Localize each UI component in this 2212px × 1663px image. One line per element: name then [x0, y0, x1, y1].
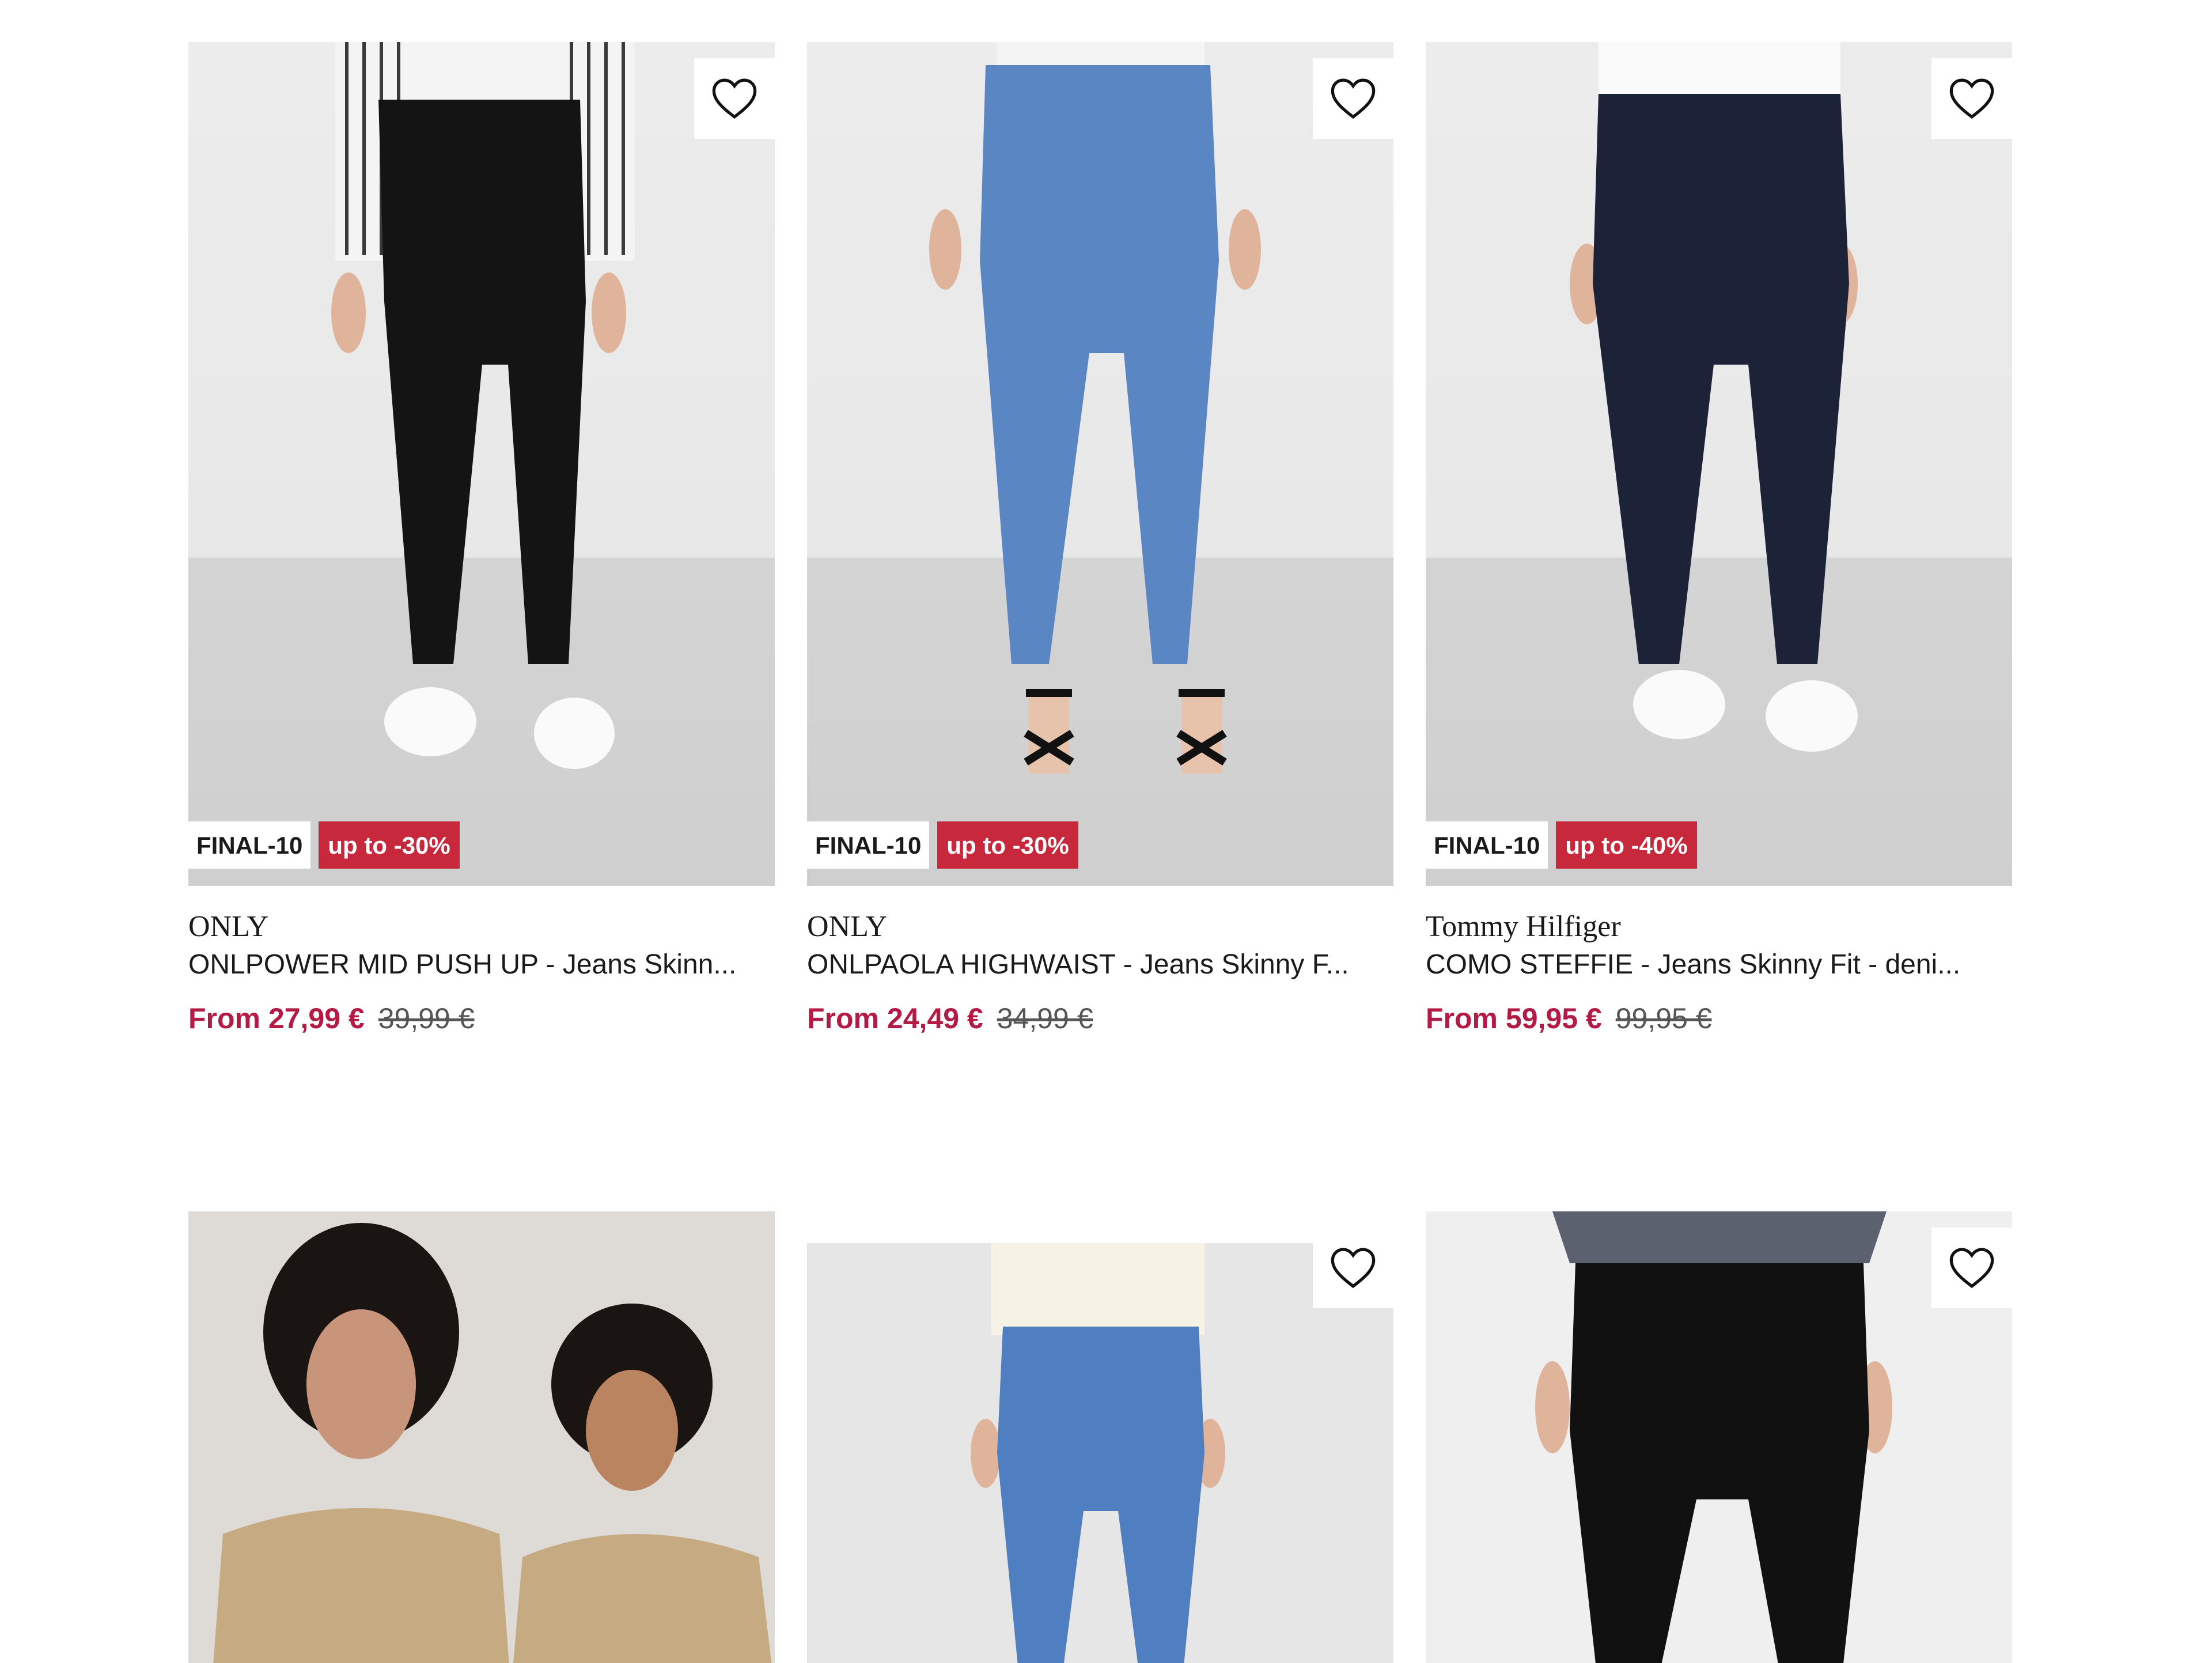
heart-outline-icon [1949, 78, 1994, 119]
price-row: From 59,95 € 99,95 € [1426, 1000, 2012, 1037]
promo-card[interactable] [188, 1211, 775, 1663]
price-row: From 27,99 € 39,99 € [188, 1000, 775, 1037]
product-name[interactable]: ONLPAOLA HIGHWAIST - Jeans Skinny F... [807, 947, 1393, 983]
product-photo [331, 42, 635, 769]
price-row: From 24,49 € 34,99 € [807, 1000, 1393, 1037]
badges: FINAL-10 up to -40% [1426, 821, 1697, 869]
price-current: From 59,95 € [1426, 1002, 1602, 1035]
product-photo [1570, 42, 1858, 752]
promo-code-badge: FINAL-10 [807, 821, 930, 869]
product-image[interactable]: FINAL-10 up to -40% [1426, 42, 2012, 886]
product-image[interactable] [807, 1211, 1393, 1663]
wishlist-button[interactable] [694, 58, 775, 139]
promo-image[interactable] [188, 1211, 775, 1663]
product-photo [929, 42, 1261, 774]
wishlist-button[interactable] [1313, 1228, 1393, 1308]
heart-outline-icon [1949, 1248, 1994, 1289]
product-image[interactable] [1426, 1211, 2012, 1663]
promo-photo [188, 1211, 775, 1663]
badges: FINAL-10 up to -30% [807, 821, 1078, 869]
product-brand[interactable]: ONLY [188, 909, 775, 945]
wishlist-button[interactable] [1931, 58, 2012, 139]
heart-outline-icon [1331, 78, 1376, 119]
discount-badge: up to -30% [319, 821, 460, 869]
product-brand[interactable]: ONLY [807, 909, 1393, 945]
price-original: 34,99 € [997, 1002, 1093, 1035]
price-current: From 24,49 € [807, 1002, 983, 1035]
product-image[interactable]: FINAL-10 up to -30% [188, 42, 775, 886]
product-card[interactable]: FINAL-10 up to -40% Tommy Hilfiger COMO … [1426, 42, 2012, 1037]
heart-outline-icon [712, 78, 757, 119]
price-original: 39,99 € [378, 1002, 475, 1035]
promo-code-badge: FINAL-10 [188, 821, 311, 869]
product-brand[interactable]: Tommy Hilfiger [1426, 909, 2012, 945]
discount-badge: up to -40% [1556, 821, 1697, 869]
product-photo [807, 1243, 1393, 1663]
product-grid: FINAL-10 up to -30% ONLY ONLPOWER MID PU… [0, 0, 2212, 1663]
heart-outline-icon [1331, 1248, 1376, 1289]
wishlist-button[interactable] [1313, 58, 1393, 139]
product-name[interactable]: COMO STEFFIE - Jeans Skinny Fit - deni..… [1426, 947, 2012, 983]
price-original: 99,95 € [1615, 1002, 1712, 1035]
product-card[interactable]: FINAL-10 up to -30% ONLY ONLPAOLA HIGHWA… [807, 42, 1393, 1037]
discount-badge: up to -30% [937, 821, 1078, 869]
badges: FINAL-10 up to -30% [188, 821, 460, 869]
product-name[interactable]: ONLPOWER MID PUSH UP - Jeans Skinn... [188, 947, 775, 983]
product-card[interactable]: FINAL-10 up to -30% ONLY ONLPOWER MID PU… [188, 42, 775, 1037]
product-photo [1426, 1211, 2012, 1663]
price-current: From 27,99 € [188, 1002, 365, 1035]
promo-code-badge: FINAL-10 [1426, 821, 1548, 869]
product-card[interactable] [807, 1211, 1393, 1663]
wishlist-button[interactable] [1931, 1228, 2012, 1308]
product-card[interactable] [1426, 1211, 2012, 1663]
product-image[interactable]: FINAL-10 up to -30% [807, 42, 1393, 886]
